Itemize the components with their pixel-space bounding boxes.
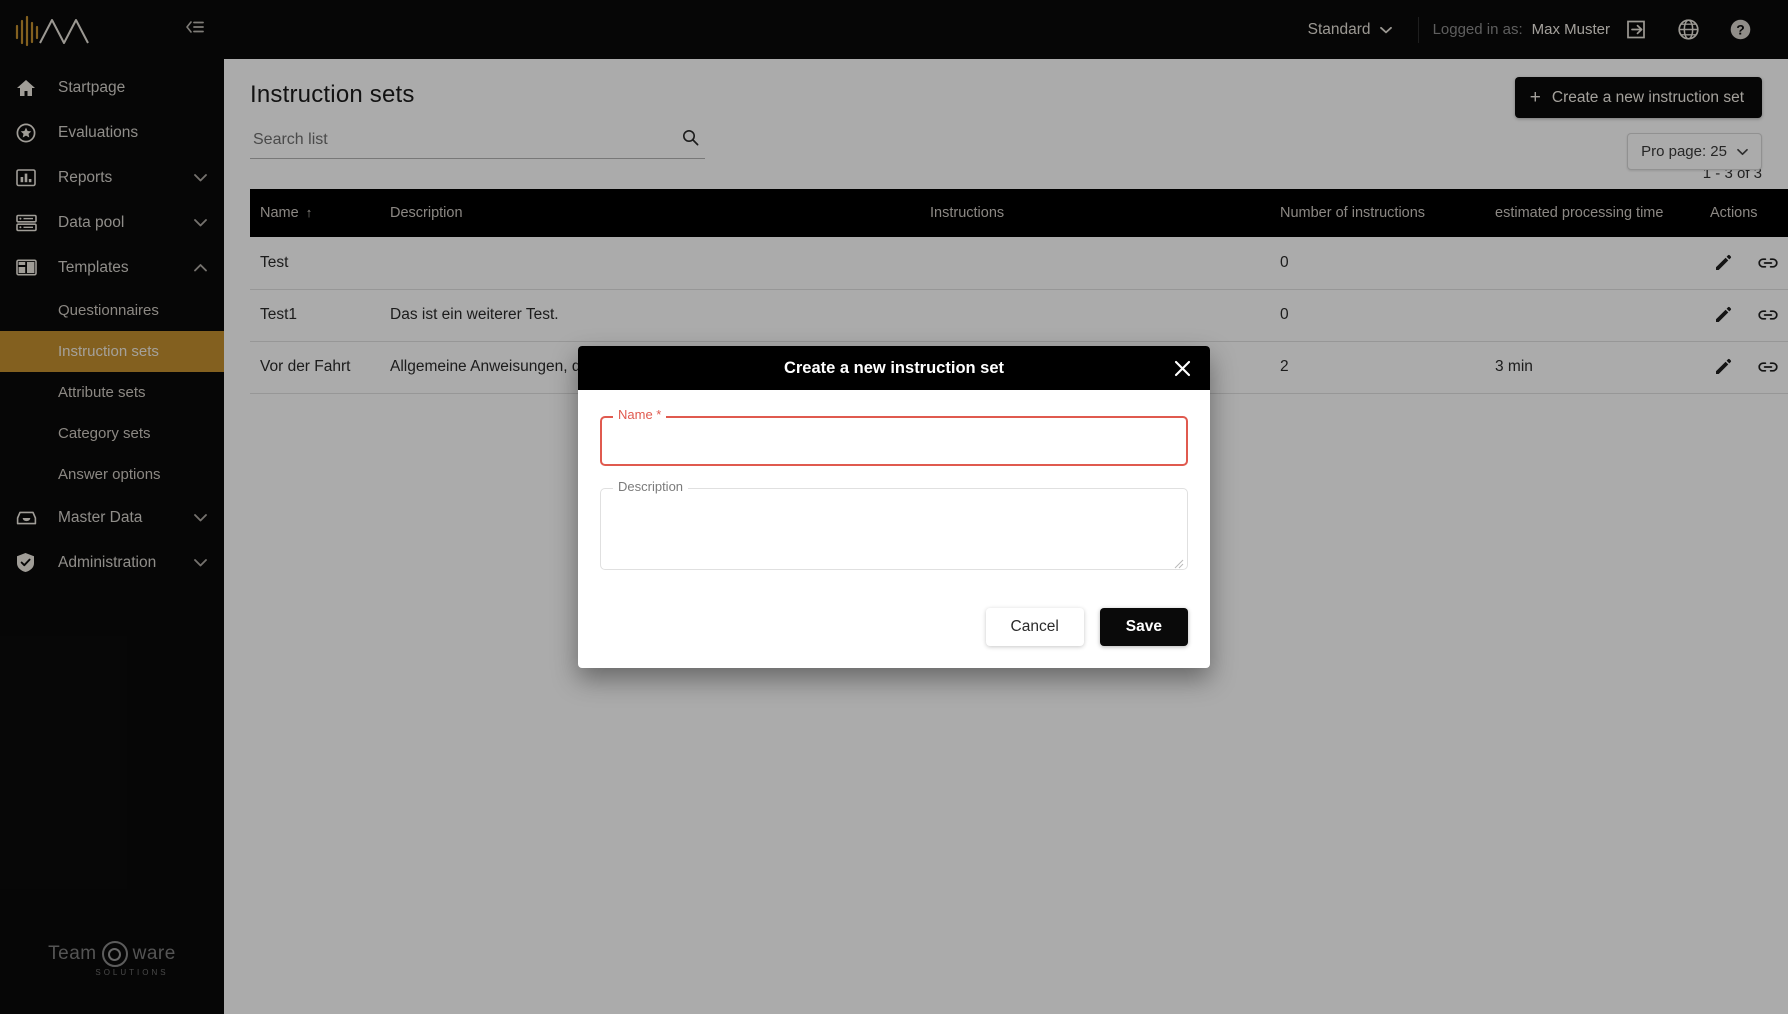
dialog-header: Create a new instruction set <box>578 346 1210 390</box>
close-x-icon[interactable] <box>1168 354 1196 382</box>
cancel-button[interactable]: Cancel <box>985 608 1084 646</box>
save-button[interactable]: Save <box>1099 608 1188 646</box>
description-field-group: Description <box>600 479 1188 570</box>
name-input[interactable] <box>602 418 1186 464</box>
create-instruction-set-dialog: Create a new instruction set Name * Desc… <box>578 346 1210 668</box>
dialog-body: Name * Description <box>578 390 1210 570</box>
dialog-footer: Cancel Save <box>578 592 1210 668</box>
dialog-title: Create a new instruction set <box>783 358 1005 377</box>
app-root: Startpage Evaluations Reports Data pool … <box>0 0 1788 1014</box>
name-field-group: Name * <box>600 407 1188 466</box>
description-textarea[interactable] <box>602 490 1186 568</box>
